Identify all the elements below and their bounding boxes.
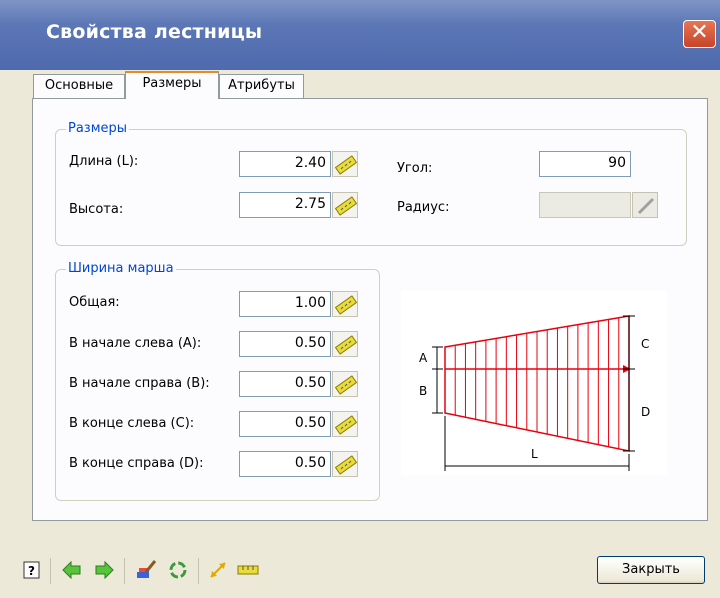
length-field[interactable]: 2.40 bbox=[239, 151, 331, 177]
start-right-field[interactable]: 0.50 bbox=[239, 371, 331, 397]
close-icon: ✕ bbox=[690, 20, 709, 45]
angle-label: Угол: bbox=[397, 161, 433, 176]
end-left-label: В конце слева (C): bbox=[69, 416, 195, 431]
end-right-measure-button[interactable] bbox=[332, 451, 358, 477]
ruler-icon bbox=[335, 196, 357, 216]
paint-brush-icon bbox=[137, 560, 157, 578]
close-window-button[interactable]: ✕ bbox=[683, 20, 716, 48]
paint-button[interactable] bbox=[134, 558, 158, 582]
sizes-group-title: Размеры bbox=[66, 121, 130, 136]
start-right-measure-button[interactable] bbox=[332, 371, 358, 397]
diagram-label-d: D bbox=[641, 405, 650, 419]
radius-label: Радиус: bbox=[397, 200, 450, 215]
end-right-label: В конце справа (D): bbox=[69, 456, 204, 471]
end-left-field[interactable]: 0.50 bbox=[239, 411, 331, 437]
tab-label: Атрибуты bbox=[228, 78, 295, 93]
tab-basic[interactable]: Основные bbox=[33, 74, 125, 98]
height-label: Высота: bbox=[69, 202, 124, 217]
diagram-label-a: A bbox=[419, 351, 428, 365]
end-left-measure-button[interactable] bbox=[332, 411, 358, 437]
height-measure-button[interactable] bbox=[332, 192, 358, 218]
end-right-field[interactable]: 0.50 bbox=[239, 451, 331, 477]
radius-measure-button bbox=[632, 192, 658, 218]
length-measure-button[interactable] bbox=[332, 151, 358, 177]
length-label: Длина (L): bbox=[69, 154, 139, 169]
ruler-icon bbox=[237, 565, 259, 575]
start-right-label: В начале справа (B): bbox=[69, 376, 210, 391]
ruler-icon bbox=[335, 155, 357, 175]
ruler-icon bbox=[335, 295, 357, 315]
ruler-icon bbox=[335, 455, 357, 475]
stair-diagram-drawing: A B C D L bbox=[419, 315, 650, 471]
total-width-label: Общая: bbox=[69, 295, 120, 310]
toolbar-separator bbox=[124, 558, 125, 584]
title-bar: Свойства лестницы ✕ bbox=[0, 0, 720, 70]
forward-button[interactable] bbox=[92, 558, 116, 582]
window-title: Свойства лестницы bbox=[46, 21, 263, 43]
width-group-title: Ширина марша bbox=[66, 261, 176, 276]
start-left-measure-button[interactable] bbox=[332, 331, 358, 357]
tab-label: Размеры bbox=[142, 76, 202, 91]
ruler-icon bbox=[335, 375, 357, 395]
start-left-label: В начале слева (A): bbox=[69, 336, 202, 351]
refresh-icon bbox=[169, 561, 187, 579]
close-button-label: Закрыть bbox=[622, 562, 680, 577]
diagram-label-l: L bbox=[531, 447, 538, 461]
forward-arrow-icon bbox=[95, 560, 114, 580]
resize-button[interactable] bbox=[206, 558, 230, 582]
tab-panel: Размеры Длина (L): 2.40 Высота: 2.75 Уго… bbox=[32, 98, 708, 521]
ruler-icon bbox=[335, 415, 357, 435]
height-field[interactable]: 2.75 bbox=[239, 192, 331, 218]
toolbar-separator bbox=[50, 558, 51, 584]
ruler-icon bbox=[335, 335, 357, 355]
dimension-button[interactable] bbox=[236, 558, 260, 582]
resize-icon bbox=[210, 562, 226, 578]
total-width-measure-button[interactable] bbox=[332, 291, 358, 317]
start-left-field[interactable]: 0.50 bbox=[239, 331, 331, 357]
pencil-icon bbox=[637, 197, 655, 215]
stair-properties-dialog: Свойства лестницы ✕ Основные Размеры Атр… bbox=[0, 0, 720, 598]
stair-diagram: A B C D L bbox=[401, 291, 667, 475]
close-button[interactable]: Закрыть bbox=[597, 556, 705, 584]
diagram-label-b: B bbox=[419, 384, 427, 398]
tab-label: Основные bbox=[44, 78, 114, 93]
help-icon: ? bbox=[23, 561, 40, 579]
tab-attributes[interactable]: Атрибуты bbox=[219, 74, 304, 98]
angle-field[interactable]: 90 bbox=[539, 151, 631, 177]
help-button[interactable]: ? bbox=[20, 558, 44, 582]
diagram-label-c: C bbox=[641, 337, 649, 351]
sizes-group bbox=[55, 129, 687, 246]
toolbar-separator bbox=[198, 558, 199, 584]
svg-text:?: ? bbox=[28, 564, 35, 578]
tab-sizes[interactable]: Размеры bbox=[125, 71, 219, 99]
back-button[interactable] bbox=[60, 558, 84, 582]
radius-field bbox=[539, 192, 631, 218]
total-width-field[interactable]: 1.00 bbox=[239, 291, 331, 317]
refresh-button[interactable] bbox=[166, 558, 190, 582]
back-arrow-icon bbox=[62, 560, 81, 580]
